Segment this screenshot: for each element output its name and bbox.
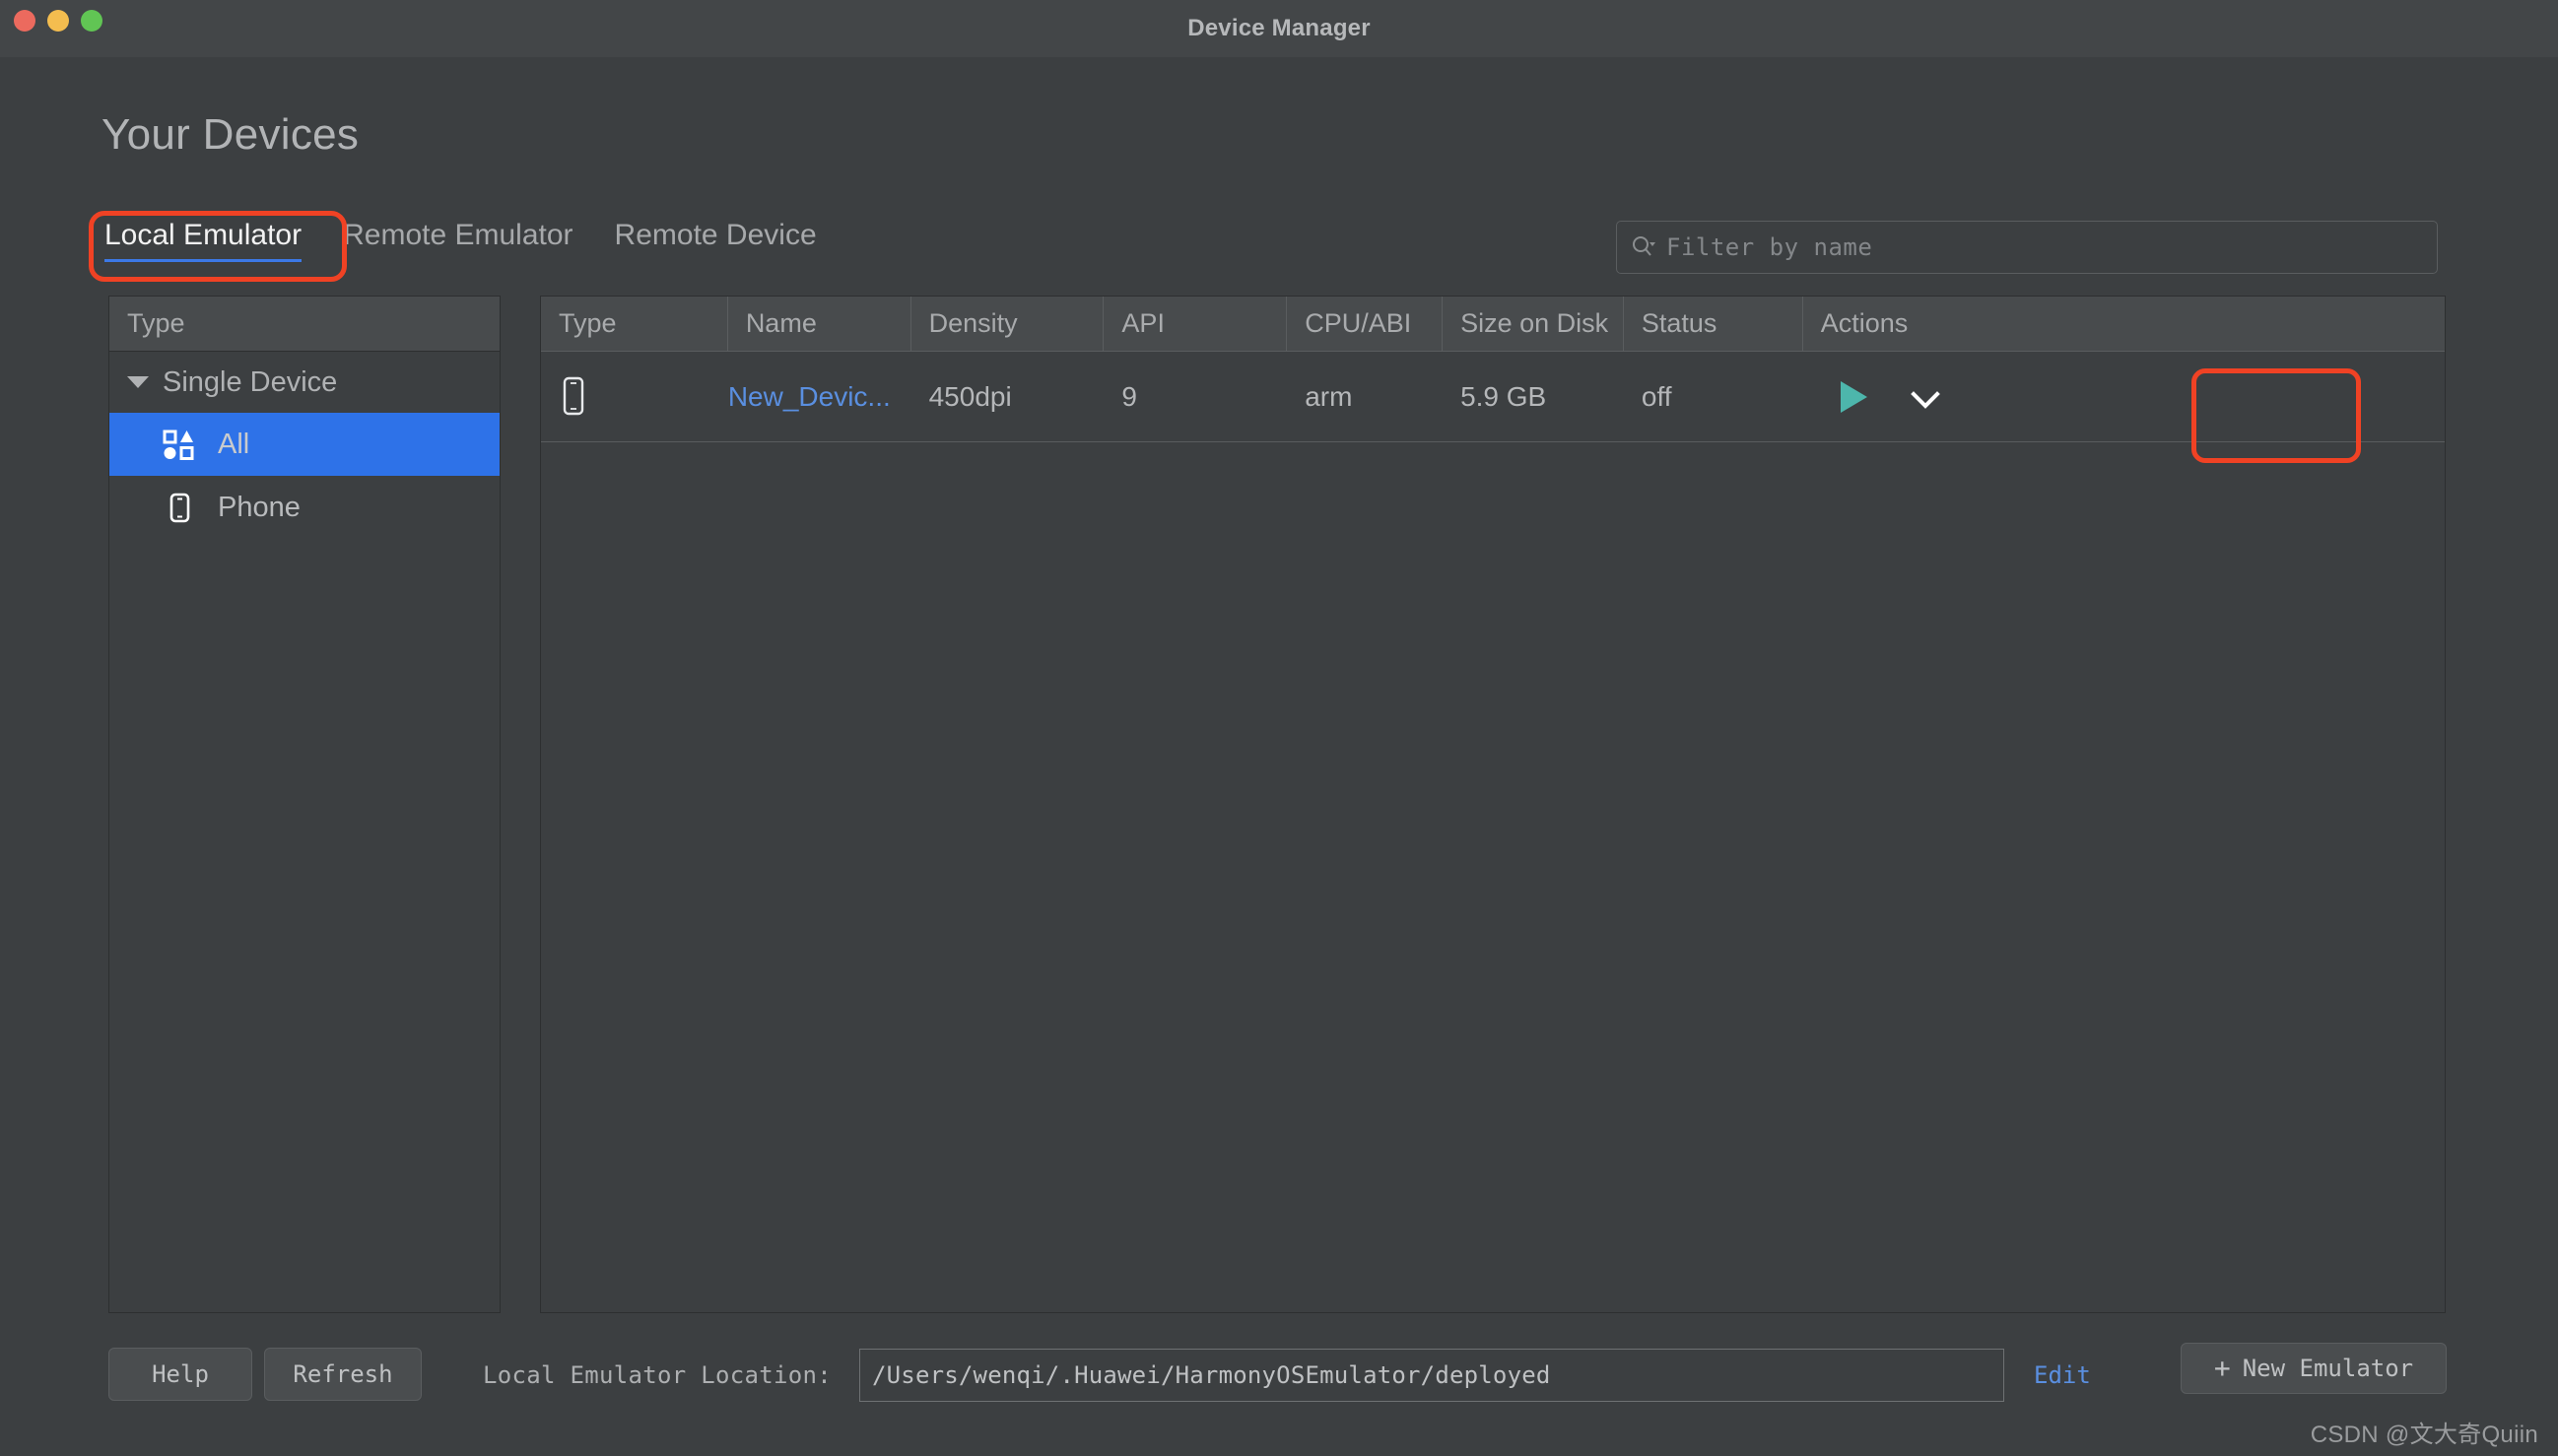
column-header-size-on-disk[interactable]: Size on Disk	[1443, 297, 1624, 351]
window-titlebar: Device Manager	[0, 0, 2558, 57]
cell-cpu-abi: arm	[1305, 380, 1353, 412]
phone-icon	[161, 490, 196, 525]
cell-status: off	[1641, 380, 1672, 412]
filter-search-box[interactable]: Filter by name	[1616, 221, 2438, 274]
sidebar-item-label-all: All	[218, 428, 250, 460]
local-emulator-location-input[interactable]: /Users/wenqi/.Huawei/HarmonyOSEmulator/d…	[859, 1349, 2004, 1402]
column-header-api[interactable]: API	[1104, 297, 1288, 351]
plus-icon: +	[2213, 1352, 2231, 1384]
tab-remote-emulator[interactable]: Remote Emulator	[343, 219, 572, 262]
edit-location-link[interactable]: Edit	[2034, 1361, 2091, 1389]
cell-name-link[interactable]: New_Devic...	[728, 352, 911, 441]
column-header-actions[interactable]: Actions	[1803, 297, 2445, 351]
help-button[interactable]: Help	[108, 1348, 252, 1401]
local-emulator-location-label: Local Emulator Location:	[483, 1361, 832, 1389]
sidebar-item-phone[interactable]: Phone	[109, 476, 500, 539]
search-icon	[1631, 234, 1656, 260]
page-title: Your Devices	[101, 110, 360, 159]
tab-remote-device[interactable]: Remote Device	[615, 219, 817, 262]
cell-type	[541, 352, 728, 441]
window-title: Device Manager	[1187, 15, 1371, 41]
play-icon[interactable]	[1837, 378, 1870, 416]
phone-icon	[559, 374, 588, 420]
refresh-button[interactable]: Refresh	[264, 1348, 422, 1401]
shapes-icon	[161, 427, 196, 462]
minimize-window-button[interactable]	[47, 10, 69, 32]
column-header-density[interactable]: Density	[911, 297, 1105, 351]
devices-table: Type Name Density API CPU/ABI Size on Di…	[540, 296, 2446, 1313]
new-emulator-button-label: New Emulator	[2242, 1355, 2414, 1382]
new-emulator-button[interactable]: + New Emulator	[2181, 1343, 2447, 1394]
chevron-down-icon[interactable]	[1910, 386, 1941, 409]
column-header-status[interactable]: Status	[1624, 297, 1803, 351]
tree-node-label: Single Device	[163, 365, 338, 398]
cell-size-on-disk: 5.9 GB	[1460, 380, 1547, 412]
column-header-type[interactable]: Type	[541, 297, 728, 351]
cell-api: 9	[1121, 380, 1137, 412]
cell-actions	[1803, 352, 2445, 441]
column-header-cpu-abi[interactable]: CPU/ABI	[1287, 297, 1444, 351]
table-row[interactable]: New_Devic... 450dpi 9 arm 5.9 GB off	[541, 352, 2445, 442]
close-window-button[interactable]	[14, 10, 35, 32]
chevron-down-icon[interactable]	[127, 376, 149, 388]
cell-density: 450dpi	[928, 380, 1012, 412]
table-header-row: Type Name Density API CPU/ABI Size on Di…	[541, 297, 2445, 352]
sidebar-header-label: Type	[127, 308, 185, 338]
sidebar-item-label-phone: Phone	[218, 491, 301, 523]
sidebar-header: Type	[109, 297, 500, 352]
search-input-placeholder[interactable]: Filter by name	[1666, 233, 1872, 261]
tree-node-single-device[interactable]: Single Device	[109, 352, 500, 413]
maximize-window-button[interactable]	[81, 10, 102, 32]
type-filter-sidebar: Type Single Device All Phone	[108, 296, 501, 1313]
traffic-light-group	[14, 10, 102, 32]
column-header-name[interactable]: Name	[728, 297, 911, 351]
tab-local-emulator[interactable]: Local Emulator	[104, 219, 303, 262]
tab-bar: Local Emulator Remote Emulator Remote De…	[104, 219, 817, 262]
watermark-text: CSDN @文大奇Quiin	[2310, 1422, 2538, 1448]
sidebar-item-all[interactable]: All	[109, 413, 500, 476]
